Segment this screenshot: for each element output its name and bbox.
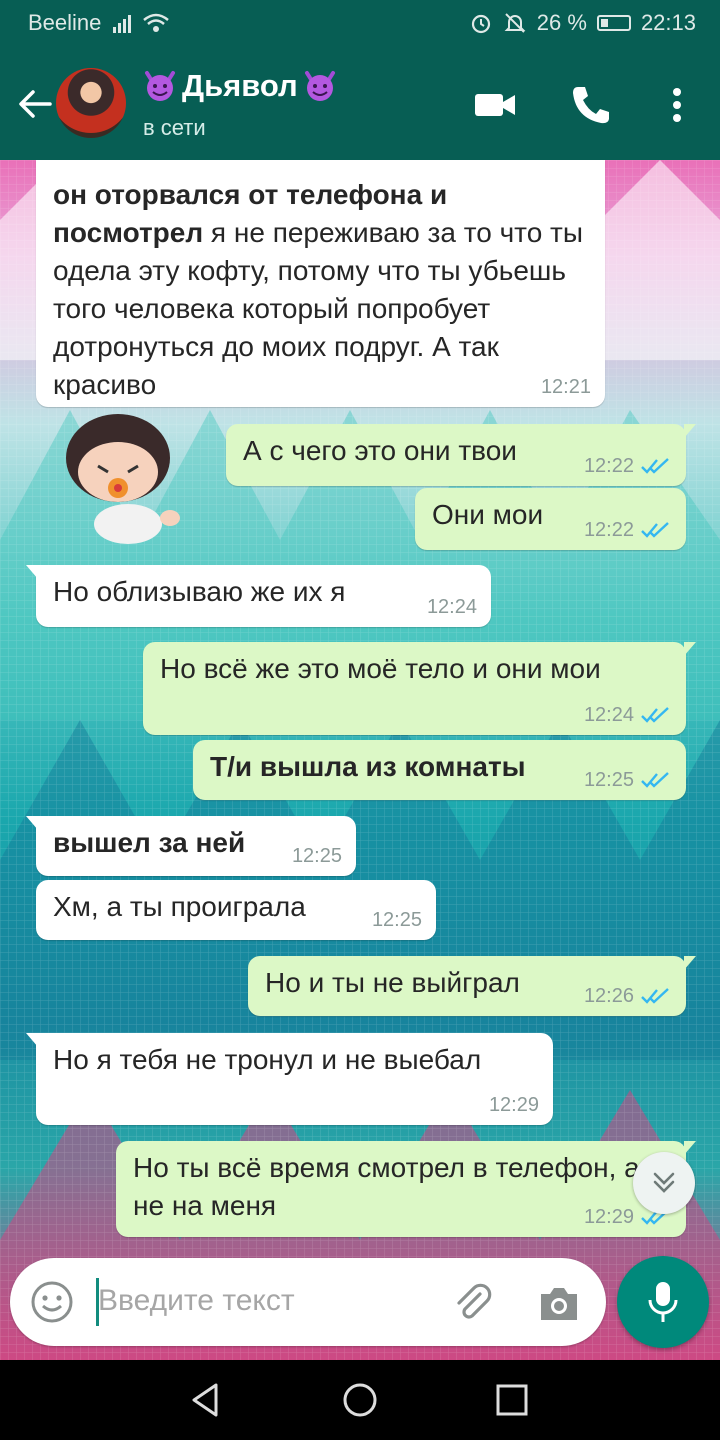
message-time: 12:25 bbox=[291, 845, 342, 867]
phone-icon[interactable] bbox=[568, 82, 614, 128]
read-ticks-icon bbox=[641, 707, 669, 723]
paperclip-icon[interactable] bbox=[450, 1280, 496, 1326]
read-ticks-icon bbox=[641, 458, 669, 474]
message-time: 12:22 bbox=[584, 456, 672, 476]
more-vert-icon[interactable] bbox=[654, 82, 700, 128]
alarm-icon bbox=[471, 14, 490, 34]
message-incoming[interactable]: Но облизываю же их я 12:24 bbox=[26, 565, 491, 627]
status-bar: Beeline 26 % 22:13 bbox=[0, 0, 720, 48]
message-text: он оторвался от телефона и посмотрел я н… bbox=[53, 179, 591, 400]
message-text: Но всё же это моё тело и они мои bbox=[160, 653, 601, 684]
chat-header: Дьявол в сети bbox=[0, 48, 720, 160]
video-call-icon[interactable] bbox=[472, 82, 518, 128]
wifi-icon bbox=[143, 13, 170, 32]
message-outgoing[interactable]: А с чего это они твои 12:22 bbox=[226, 424, 696, 486]
message-text: Хм, а ты проиграла bbox=[53, 891, 306, 922]
mic-button[interactable] bbox=[617, 1256, 709, 1348]
message-text: Но облизываю же их я bbox=[53, 576, 346, 607]
message-time: 12:21 bbox=[540, 376, 591, 398]
message-time: 12:29 bbox=[488, 1094, 539, 1116]
read-ticks-icon bbox=[641, 988, 669, 1004]
message-outgoing[interactable]: Т/и вышла из комнаты 12:25 bbox=[193, 740, 686, 800]
message-time: 12:22 bbox=[584, 520, 672, 540]
nav-home-icon[interactable] bbox=[340, 1380, 380, 1420]
arrow-left-icon[interactable] bbox=[14, 84, 54, 124]
message-incoming[interactable]: Хм, а ты проиграла 12:25 bbox=[36, 880, 436, 940]
read-ticks-icon bbox=[641, 772, 669, 788]
message-time: 12:24 bbox=[584, 705, 672, 725]
chat-area[interactable]: он оторвался от телефона и посмотрел я н… bbox=[0, 160, 720, 1360]
contact-name: Дьявол bbox=[182, 68, 298, 103]
signal-icon bbox=[113, 13, 132, 33]
devil-emoji-icon bbox=[304, 71, 335, 101]
contact-status: в сети bbox=[143, 115, 206, 140]
message-time: 12:26 bbox=[584, 986, 672, 1006]
message-outgoing[interactable]: Но всё же это моё тело и они мои 12:24 bbox=[143, 642, 696, 735]
devil-emoji-icon bbox=[145, 71, 175, 101]
nav-recents-icon[interactable] bbox=[492, 1380, 532, 1420]
nav-back-icon[interactable] bbox=[186, 1380, 226, 1420]
sticker-image[interactable] bbox=[58, 406, 188, 546]
message-time: 12:25 bbox=[371, 909, 422, 931]
avatar[interactable] bbox=[56, 68, 126, 138]
message-time: 12:25 bbox=[584, 770, 672, 790]
message-incoming[interactable]: вышел за ней 12:25 bbox=[26, 816, 356, 876]
carrier-name: Beeline bbox=[28, 10, 102, 35]
chevron-double-down-icon bbox=[653, 1172, 675, 1193]
battery-percent: 26 % bbox=[536, 10, 587, 35]
message-outgoing[interactable]: Они мои 12:22 bbox=[415, 488, 686, 550]
camera-icon[interactable] bbox=[536, 1282, 582, 1324]
message-text: Но я тебя не тронул и не выебал bbox=[53, 1044, 482, 1075]
message-incoming[interactable]: Но я тебя не тронул и не выебал 12:29 bbox=[26, 1033, 553, 1125]
message-time: 12:24 bbox=[426, 596, 477, 618]
read-ticks-icon bbox=[641, 522, 669, 538]
message-input[interactable]: Введите текст bbox=[98, 1284, 295, 1318]
contact-title[interactable]: Дьявол bbox=[142, 68, 338, 104]
mute-bell-icon bbox=[504, 13, 526, 33]
clock: 22:13 bbox=[640, 10, 696, 35]
system-nav-bar bbox=[0, 1360, 720, 1440]
message-outgoing[interactable]: Но ты всё время смотрел в телефон, а не … bbox=[116, 1141, 696, 1237]
battery-icon bbox=[596, 15, 631, 31]
scroll-down-button[interactable] bbox=[633, 1152, 695, 1214]
message-outgoing[interactable]: Но и ты не выйграл 12:26 bbox=[248, 956, 696, 1016]
message-composer: Введите текст bbox=[10, 1258, 606, 1346]
mic-icon bbox=[648, 1282, 678, 1322]
message-incoming[interactable]: он оторвался от телефона и посмотрел я н… bbox=[36, 160, 605, 407]
emoji-icon[interactable] bbox=[30, 1280, 74, 1324]
